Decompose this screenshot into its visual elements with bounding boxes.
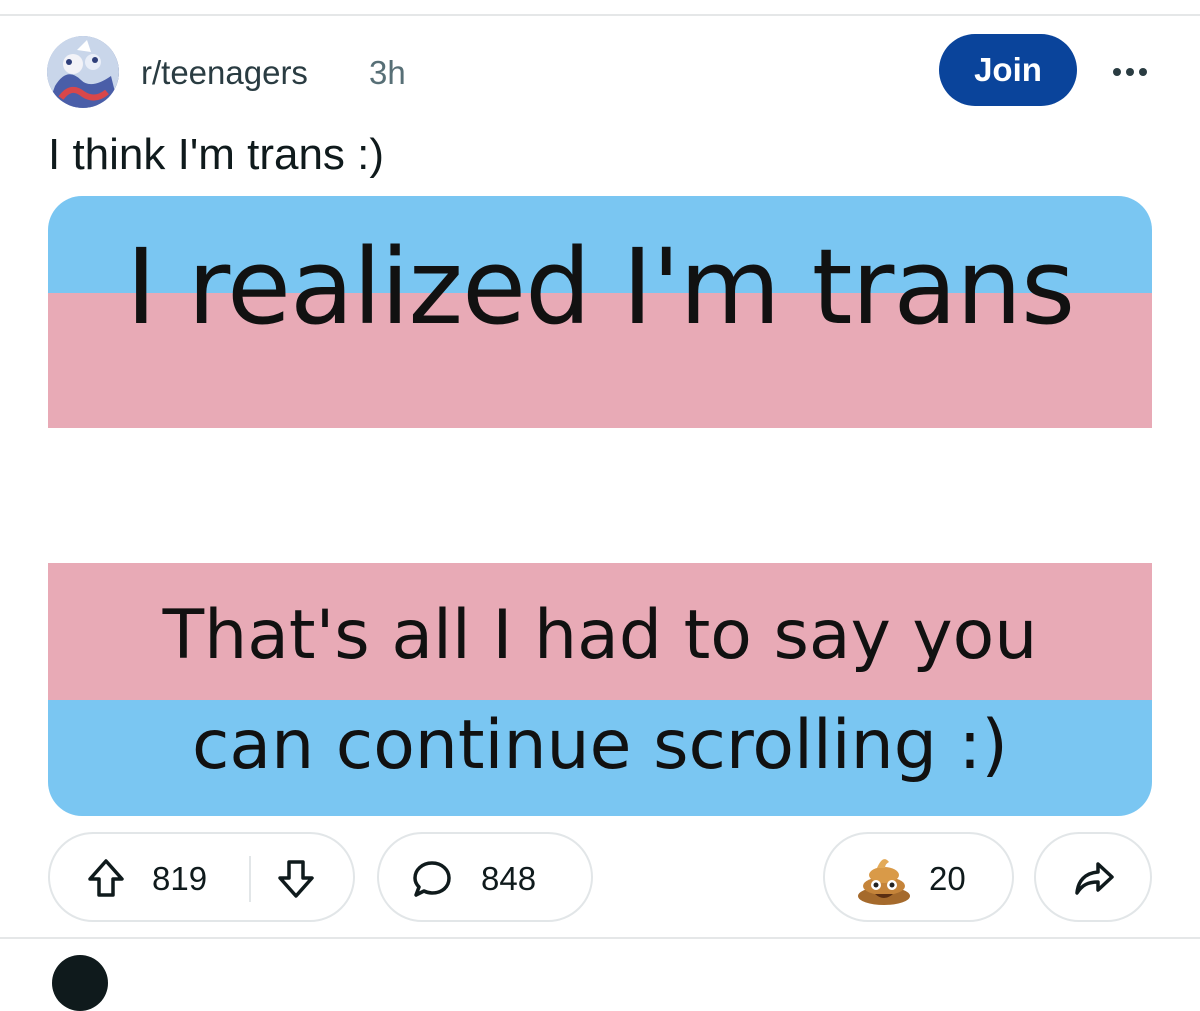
dot: [1113, 68, 1121, 76]
dot: [1139, 68, 1147, 76]
subreddit-avatar[interactable]: [47, 36, 119, 108]
top-divider: [0, 14, 1200, 16]
image-bottom-text-line1: That's all I had to say you: [162, 596, 1038, 675]
image-bottom-text-line2: can continue scrolling :): [192, 706, 1008, 785]
dot: [1126, 68, 1134, 76]
share-icon: [1072, 858, 1116, 903]
post-title[interactable]: I think I'm trans :): [48, 130, 384, 180]
upvote-count: 819: [152, 860, 208, 897]
subreddit-name[interactable]: r/teenagers: [141, 54, 308, 92]
avatar-art-icon: [47, 36, 119, 108]
vote-bar: 819: [48, 832, 355, 922]
post-timestamp: 3h: [369, 54, 406, 91]
feed-divider: [0, 937, 1200, 939]
post-image[interactable]: I realized I'm trans That's all I had to…: [48, 196, 1152, 816]
comment-count: 848: [481, 860, 537, 897]
join-button[interactable]: Join: [939, 34, 1077, 106]
comments-button[interactable]: 848: [377, 832, 593, 922]
flag-stripe-white: [48, 428, 1152, 563]
downvote-icon[interactable]: [276, 858, 316, 905]
comment-icon: [411, 858, 453, 905]
upvote-icon[interactable]: [86, 857, 126, 904]
image-top-text: I realized I'm trans: [125, 226, 1075, 348]
next-post-avatar[interactable]: [52, 955, 108, 1011]
post-header: r/teenagers 3h Join: [47, 34, 1152, 108]
award-count: 20: [929, 860, 966, 897]
share-button[interactable]: [1034, 832, 1152, 922]
poop-award-icon: [855, 852, 913, 911]
vote-separator: [249, 856, 251, 902]
more-options-icon[interactable]: [1108, 54, 1152, 90]
award-button[interactable]: 20: [823, 832, 1014, 922]
